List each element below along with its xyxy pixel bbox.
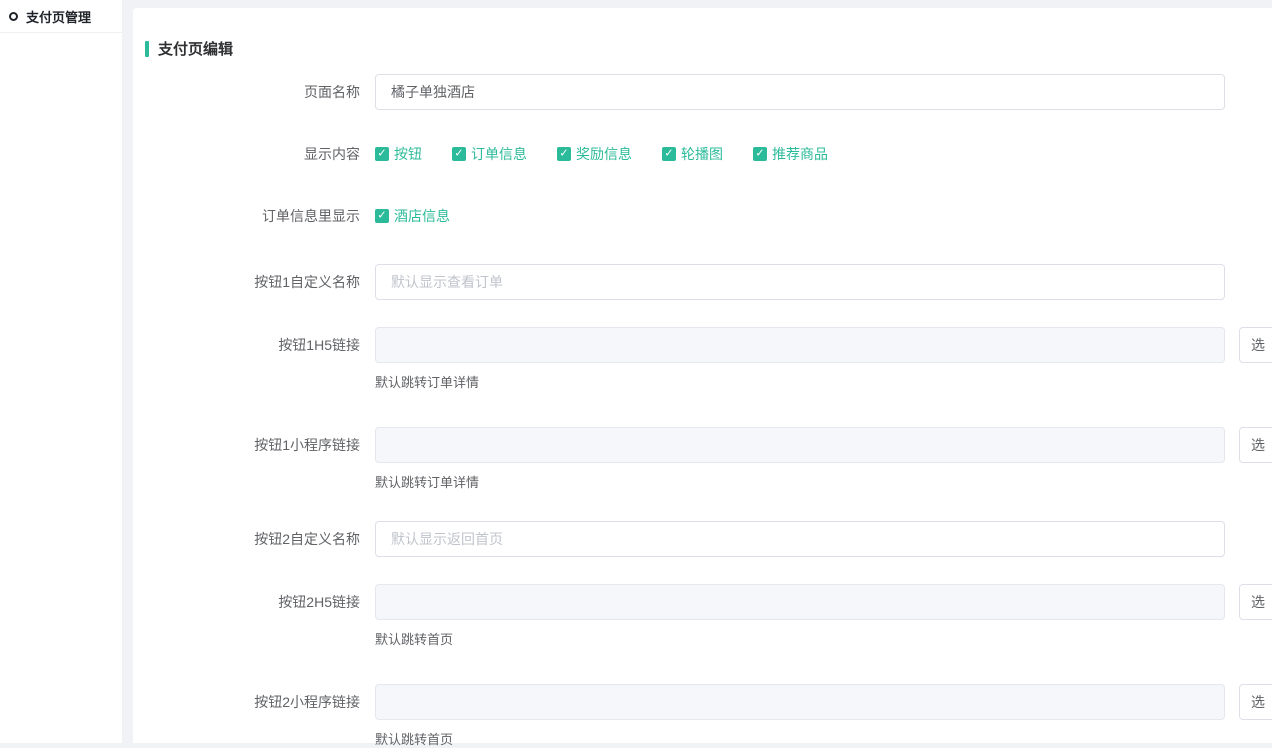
check-mark-icon: ✓	[559, 148, 568, 159]
checkbox-option[interactable]: ✓ 订单信息	[452, 144, 527, 164]
select-link-button[interactable]: 选	[1239, 584, 1272, 620]
field-label: 显示内容	[304, 136, 360, 172]
circle-icon	[9, 12, 18, 21]
text-input[interactable]	[375, 264, 1225, 300]
text-input[interactable]	[375, 521, 1225, 557]
sidebar-item-label: 支付页管理	[26, 7, 91, 26]
check-mark-icon: ✓	[377, 148, 386, 159]
check-mark-icon: ✓	[755, 148, 764, 159]
checkbox-group: ✓ 酒店信息	[375, 198, 480, 234]
field-control	[375, 327, 1225, 363]
checkbox-option[interactable]: ✓ 轮播图	[662, 144, 723, 164]
checkbox-option[interactable]: ✓ 推荐商品	[753, 144, 828, 164]
field-control	[375, 74, 1225, 110]
checkbox-checked-icon: ✓	[662, 147, 676, 161]
field-control	[375, 684, 1225, 720]
link-input-disabled	[375, 427, 1225, 463]
field-control	[375, 427, 1225, 463]
checkbox-option-label: 订单信息	[471, 144, 527, 164]
link-input-disabled	[375, 584, 1225, 620]
field-label: 按钮1自定义名称	[254, 264, 360, 300]
field-control: ✓ 酒店信息	[375, 198, 480, 234]
field-helper-text: 默认跳转订单详情	[375, 472, 479, 491]
checkbox-option-label: 酒店信息	[394, 206, 450, 226]
field-helper-text: 默认跳转首页	[375, 729, 453, 748]
checkbox-group: ✓ 按钮 ✓ 订单信息 ✓ 奖励信息 ✓ 轮播图 ✓ 推荐商品	[375, 136, 858, 172]
checkbox-option[interactable]: ✓ 酒店信息	[375, 206, 450, 226]
link-input-disabled	[375, 327, 1225, 363]
select-link-button[interactable]: 选	[1239, 684, 1272, 720]
text-input[interactable]	[375, 74, 1225, 110]
checkbox-checked-icon: ✓	[375, 147, 389, 161]
field-label: 按钮2自定义名称	[254, 521, 360, 557]
section-accent-bar	[145, 41, 149, 57]
checkbox-checked-icon: ✓	[375, 209, 389, 223]
field-label: 按钮2小程序链接	[254, 684, 360, 720]
field-control	[375, 584, 1225, 620]
link-input-disabled	[375, 684, 1225, 720]
field-label: 按钮1小程序链接	[254, 427, 360, 463]
field-helper-text: 默认跳转首页	[375, 629, 453, 648]
field-label: 按钮2H5链接	[278, 584, 360, 620]
checkbox-checked-icon: ✓	[753, 147, 767, 161]
checkbox-option-label: 奖励信息	[576, 144, 632, 164]
checkbox-option-label: 轮播图	[681, 144, 723, 164]
checkbox-option-label: 推荐商品	[772, 144, 828, 164]
field-control: ✓ 按钮 ✓ 订单信息 ✓ 奖励信息 ✓ 轮播图 ✓ 推荐商品	[375, 136, 858, 172]
field-label: 页面名称	[304, 74, 360, 110]
select-link-button[interactable]: 选	[1239, 427, 1272, 463]
field-helper-text: 默认跳转订单详情	[375, 372, 479, 391]
checkbox-checked-icon: ✓	[557, 147, 571, 161]
sidebar: 支付页管理	[0, 0, 122, 743]
checkbox-option-label: 按钮	[394, 144, 422, 164]
section-header: 支付页编辑	[145, 38, 233, 59]
field-label: 订单信息里显示	[262, 198, 360, 234]
check-mark-icon: ✓	[454, 148, 463, 159]
page-title: 支付页编辑	[158, 38, 233, 59]
checkbox-option[interactable]: ✓ 奖励信息	[557, 144, 632, 164]
field-label: 按钮1H5链接	[278, 327, 360, 363]
main-panel: 支付页编辑 页面名称显示内容 ✓ 按钮 ✓ 订单信息 ✓ 奖励信息 ✓ 轮播图 ✓ 推荐商品订单信息…	[133, 8, 1272, 743]
select-link-button[interactable]: 选	[1239, 327, 1272, 363]
sidebar-item-payment-page-management[interactable]: 支付页管理	[0, 0, 122, 33]
check-mark-icon: ✓	[377, 210, 386, 221]
field-control	[375, 521, 1225, 557]
checkbox-option[interactable]: ✓ 按钮	[375, 144, 422, 164]
field-control	[375, 264, 1225, 300]
checkbox-checked-icon: ✓	[452, 147, 466, 161]
payment-page-admin: { "colors": { "accent": "#2cbb9a", "page…	[0, 0, 1272, 743]
check-mark-icon: ✓	[664, 148, 673, 159]
